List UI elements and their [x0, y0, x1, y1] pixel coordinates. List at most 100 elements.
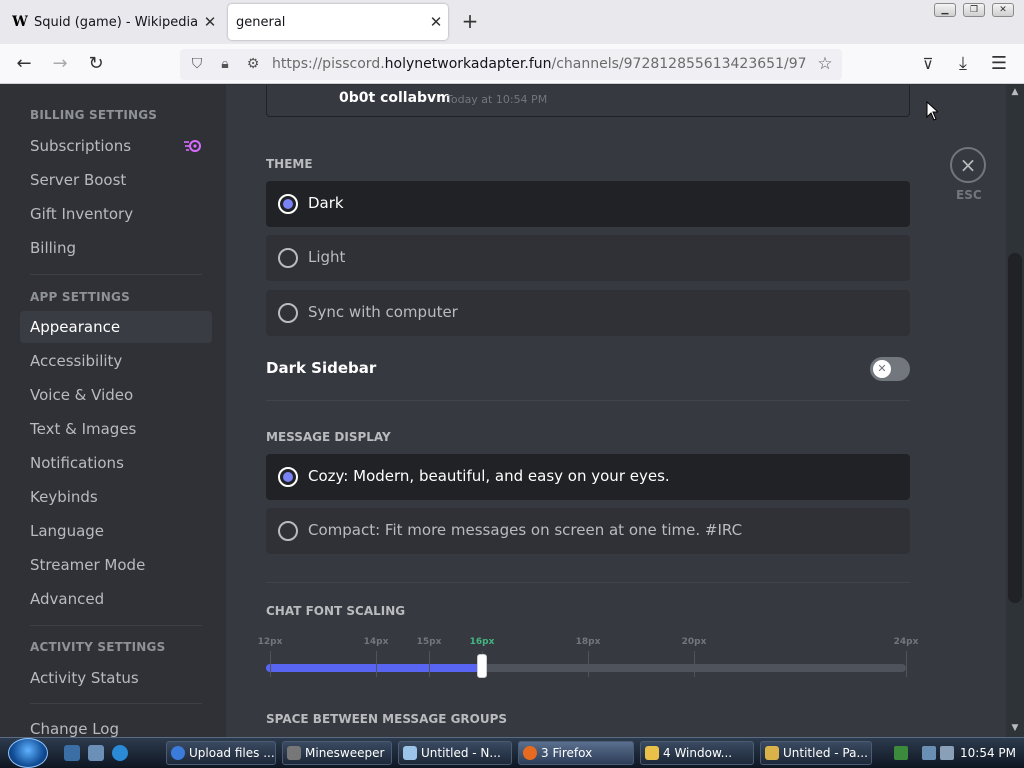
slider-tick-mark: [429, 651, 430, 677]
chrome-icon: [171, 746, 185, 760]
radio-icon: [278, 303, 298, 323]
theme-option-label: Dark: [308, 194, 344, 212]
slider-tick-label: 20px: [681, 637, 707, 647]
theme-option-label: Sync with computer: [308, 303, 458, 321]
slider-tick-label: 14px: [363, 637, 389, 647]
nitro-icon: [184, 140, 201, 152]
new-tab-button[interactable]: +: [458, 9, 482, 33]
sidebar-item-streamer-mode[interactable]: Streamer Mode: [20, 549, 212, 581]
tab-close-icon[interactable]: ✕: [424, 13, 448, 31]
activity-settings-header: ACTIVITY SETTINGS: [30, 640, 166, 654]
theme-option-light[interactable]: Light: [266, 235, 910, 281]
tab-close-icon[interactable]: ✕: [198, 13, 222, 31]
theme-title: THEME: [266, 157, 313, 171]
slider-tick-label: 24px: [893, 637, 919, 647]
sidebar-item-advanced[interactable]: Advanced: [20, 583, 212, 615]
dark-sidebar-toggle[interactable]: ✕: [870, 357, 910, 381]
permissions-icon[interactable]: ⚙: [244, 55, 262, 73]
shield-icon[interactable]: ⛉: [188, 55, 206, 73]
sidebar-item-notifications[interactable]: Notifications: [20, 447, 212, 479]
url-text[interactable]: https://pisscord.holynetworkadapter.fun/…: [272, 56, 806, 72]
restore-icon[interactable]: ❐: [963, 3, 985, 17]
switch-windows-icon[interactable]: [88, 745, 104, 761]
tab-strip: W Squid (game) - Wikipedia ✕ general ✕ +…: [0, 0, 1024, 44]
bookmark-star-icon[interactable]: ☆: [816, 55, 834, 73]
tab-wikipedia[interactable]: W Squid (game) - Wikipedia ✕: [4, 4, 222, 40]
font-scaling-slider[interactable]: 12px 14px 15px 16px 18px 20px 24px: [258, 637, 918, 687]
theme-option-label: Light: [308, 248, 346, 266]
sidebar-divider: [30, 625, 202, 626]
sidebar-item-text-images[interactable]: Text & Images: [20, 413, 212, 445]
url-bar[interactable]: ⛉ 🔒︎ ⚙ https://pisscord.holynetworkadapt…: [180, 49, 842, 80]
sidebar-item-keybinds[interactable]: Keybinds: [20, 481, 212, 513]
radio-selected-icon: [278, 194, 298, 214]
window-close-icon[interactable]: ✕: [992, 3, 1014, 17]
preview-username: 0b0t collabvm: [339, 90, 451, 106]
folder-icon: [645, 746, 659, 760]
slider-tick-mark: [906, 651, 907, 677]
lock-icon[interactable]: 🔒︎: [216, 55, 234, 73]
app-settings-header: APP SETTINGS: [30, 290, 130, 304]
tab-general[interactable]: general ✕: [228, 4, 448, 40]
app-content: BILLING SETTINGS Subscriptions Server Bo…: [0, 85, 1024, 737]
radio-selected-icon: [278, 467, 298, 487]
show-desktop-icon[interactable]: [64, 745, 80, 761]
reload-icon[interactable]: ↻: [84, 52, 108, 76]
slider-tick-mark: [588, 651, 589, 677]
scroll-down-icon[interactable]: ▼: [1006, 723, 1024, 733]
paint-icon: [765, 746, 779, 760]
slider-tick-label: 16px: [469, 637, 495, 647]
sidebar-divider: [30, 703, 202, 704]
sidebar-item-activity-status[interactable]: Activity Status: [20, 662, 212, 694]
slider-track[interactable]: [266, 664, 906, 672]
sidebar-item-billing[interactable]: Billing: [20, 232, 212, 264]
taskbar-explorer[interactable]: 4 Window...: [640, 741, 754, 765]
sidebar-item-gift-inventory[interactable]: Gift Inventory: [20, 198, 212, 230]
minimize-icon[interactable]: ▁: [934, 3, 956, 17]
sidebar-item-language[interactable]: Language: [20, 515, 212, 547]
download-icon[interactable]: ⤓: [951, 52, 975, 76]
clock[interactable]: 10:54 PM: [960, 746, 1016, 760]
mine-icon: [287, 746, 301, 760]
radio-icon: [278, 521, 298, 541]
menu-icon[interactable]: ☰: [987, 52, 1011, 76]
taskbar-paint[interactable]: Untitled - Pa...: [760, 741, 872, 765]
start-button-icon[interactable]: [8, 738, 48, 768]
slider-thumb[interactable]: [477, 654, 487, 678]
back-icon[interactable]: ←: [12, 52, 36, 76]
slider-fill: [266, 664, 482, 672]
sidebar-item-appearance[interactable]: Appearance: [20, 311, 212, 343]
mouse-cursor-icon: [926, 101, 938, 121]
slider-tick-mark: [270, 651, 271, 677]
sidebar-item-voice-video[interactable]: Voice & Video: [20, 379, 212, 411]
taskbar: Upload files ... Minesweeper Untitled - …: [0, 737, 1024, 768]
network-icon[interactable]: [922, 746, 936, 760]
slider-tick-mark: [694, 651, 695, 677]
scrollbar-thumb[interactable]: [1008, 253, 1022, 603]
theme-option-sync[interactable]: Sync with computer: [266, 290, 910, 336]
volume-muted-icon[interactable]: [940, 746, 954, 760]
taskbar-minesweeper[interactable]: Minesweeper: [282, 741, 392, 765]
message-preview: 0b0t collabvm Today at 10:54 PM: [266, 85, 910, 117]
internet-explorer-icon[interactable]: [112, 745, 128, 761]
pocket-icon[interactable]: ⊽: [916, 52, 940, 76]
font-scaling-title: CHAT FONT SCALING: [266, 604, 406, 618]
dark-sidebar-label: Dark Sidebar: [266, 359, 377, 377]
tray-app-icon[interactable]: [894, 746, 908, 760]
close-icon[interactable]: ×: [950, 147, 986, 183]
theme-option-dark[interactable]: Dark: [266, 181, 910, 227]
scrollbar[interactable]: ▲ ▼: [1006, 85, 1024, 737]
taskbar-notepad[interactable]: Untitled - N...: [398, 741, 512, 765]
sidebar-item-server-boost[interactable]: Server Boost: [20, 164, 212, 196]
scroll-up-icon[interactable]: ▲: [1006, 87, 1024, 97]
taskbar-firefox[interactable]: 3 Firefox: [518, 741, 634, 765]
display-option-compact[interactable]: Compact: Fit more messages on screen at …: [266, 508, 910, 554]
firefox-icon: [523, 746, 537, 760]
section-divider: [266, 582, 910, 583]
taskbar-upload-files[interactable]: Upload files ...: [166, 741, 276, 765]
display-option-cozy[interactable]: Cozy: Modern, beautiful, and easy on you…: [266, 454, 910, 500]
tab-title: Squid (game) - Wikipedia: [34, 14, 198, 30]
forward-icon[interactable]: →: [48, 52, 72, 76]
sidebar-item-accessibility[interactable]: Accessibility: [20, 345, 212, 377]
sidebar-item-change-log[interactable]: Change Log: [20, 713, 212, 737]
